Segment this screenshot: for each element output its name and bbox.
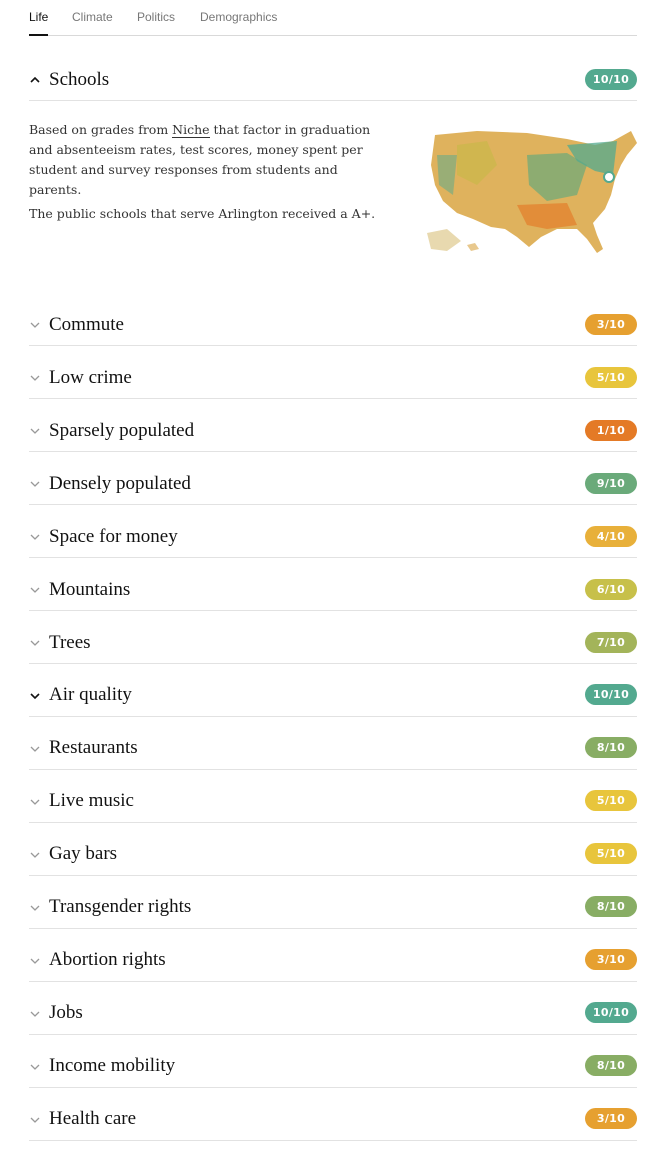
score-badge: 7/10 (585, 632, 637, 653)
score-badge: 5/10 (585, 367, 637, 388)
category-row-space-for-money[interactable]: Space for money 4/10 (29, 517, 637, 558)
category-label: Abortion rights (49, 949, 166, 970)
category-label: Live music (49, 790, 134, 811)
chevron-down-icon[interactable] (29, 796, 41, 808)
category-label: Trees (49, 632, 91, 653)
score-badge: 5/10 (585, 843, 637, 864)
score-badge: 9/10 (585, 473, 637, 494)
score-badge: 10/10 (585, 1002, 637, 1023)
score-badge: 10/10 (585, 684, 637, 705)
schools-description: Based on grades from Niche that factor i… (29, 120, 389, 228)
tab-demographics[interactable]: Demographics (200, 10, 277, 36)
chevron-down-icon[interactable] (29, 1061, 41, 1073)
chevron-down-icon[interactable] (29, 531, 41, 543)
category-row-health-care[interactable]: Health care 3/10 (29, 1099, 637, 1141)
score-badge: 5/10 (585, 790, 637, 811)
category-label: Space for money (49, 526, 178, 547)
category-label: Gay bars (49, 843, 118, 864)
chevron-up-icon[interactable] (29, 74, 41, 86)
schools-methodology: Based on grades from Niche that factor i… (29, 120, 389, 200)
score-badge: 3/10 (585, 314, 637, 335)
chevron-down-icon[interactable] (29, 425, 41, 437)
niche-link[interactable]: Niche (172, 122, 210, 138)
category-row-mountains[interactable]: Mountains 6/10 (29, 570, 637, 611)
description-text: Based on grades from (29, 122, 173, 137)
category-label: Income mobility (49, 1055, 176, 1076)
category-label: Schools (49, 69, 110, 90)
chevron-down-icon[interactable] (29, 584, 41, 596)
score-badge: 4/10 (585, 526, 637, 547)
category-label: Transgender rights (49, 896, 192, 917)
score-badge: 10/10 (585, 69, 637, 90)
category-row-schools[interactable]: Schools 10/10 (29, 60, 637, 101)
chevron-down-icon[interactable] (29, 478, 41, 490)
score-badge: 8/10 (585, 896, 637, 917)
tab-climate[interactable]: Climate (72, 10, 113, 36)
category-row-restaurants[interactable]: Restaurants 8/10 (29, 728, 637, 770)
category-row-densely-populated[interactable]: Densely populated 9/10 (29, 464, 637, 505)
tab-politics[interactable]: Politics (137, 10, 175, 36)
category-label: Sparsely populated (49, 420, 195, 441)
section-tabs: Life Climate Politics Demographics (29, 0, 637, 36)
category-label: Mountains (49, 579, 131, 600)
chevron-down-icon[interactable] (29, 902, 41, 914)
category-row-gay-bars[interactable]: Gay bars 5/10 (29, 834, 637, 876)
category-row-sparsely-populated[interactable]: Sparsely populated 1/10 (29, 411, 637, 452)
chevron-down-icon[interactable] (29, 372, 41, 384)
score-badge: 3/10 (585, 1108, 637, 1129)
chevron-down-icon[interactable] (29, 955, 41, 967)
category-row-trees[interactable]: Trees 7/10 (29, 623, 637, 664)
category-row-abortion-rights[interactable]: Abortion rights 3/10 (29, 940, 637, 982)
category-row-income-mobility[interactable]: Income mobility 8/10 (29, 1046, 637, 1088)
schools-result: The public schools that serve Arlington … (29, 206, 376, 221)
chevron-down-icon[interactable] (29, 690, 41, 702)
score-badge: 8/10 (585, 737, 637, 758)
chevron-down-icon[interactable] (29, 637, 41, 649)
category-label: Restaurants (49, 737, 138, 758)
category-label: Health care (49, 1108, 137, 1129)
category-row-air-quality[interactable]: Air quality 10/10 (29, 675, 637, 717)
chevron-down-icon[interactable] (29, 319, 41, 331)
chevron-down-icon[interactable] (29, 743, 41, 755)
category-label: Low crime (49, 367, 132, 388)
category-row-low-crime[interactable]: Low crime 5/10 (29, 358, 637, 399)
chevron-down-icon[interactable] (29, 849, 41, 861)
category-row-commute[interactable]: Commute 3/10 (29, 305, 637, 346)
category-label: Air quality (49, 684, 132, 705)
chevron-down-icon[interactable] (29, 1114, 41, 1126)
category-row-live-music[interactable]: Live music 5/10 (29, 781, 637, 823)
category-row-jobs[interactable]: Jobs 10/10 (29, 993, 637, 1035)
score-badge: 1/10 (585, 420, 637, 441)
score-badge: 3/10 (585, 949, 637, 970)
category-label: Commute (49, 314, 124, 335)
tab-life[interactable]: Life (29, 10, 49, 36)
category-row-transgender-rights[interactable]: Transgender rights 8/10 (29, 887, 637, 929)
category-label: Jobs (49, 1002, 83, 1023)
score-badge: 8/10 (585, 1055, 637, 1076)
chevron-down-icon[interactable] (29, 1008, 41, 1020)
score-badge: 6/10 (585, 579, 637, 600)
us-map-icon (427, 131, 637, 253)
category-label: Densely populated (49, 473, 191, 494)
schools-detail: Based on grades from Niche that factor i… (29, 120, 637, 270)
